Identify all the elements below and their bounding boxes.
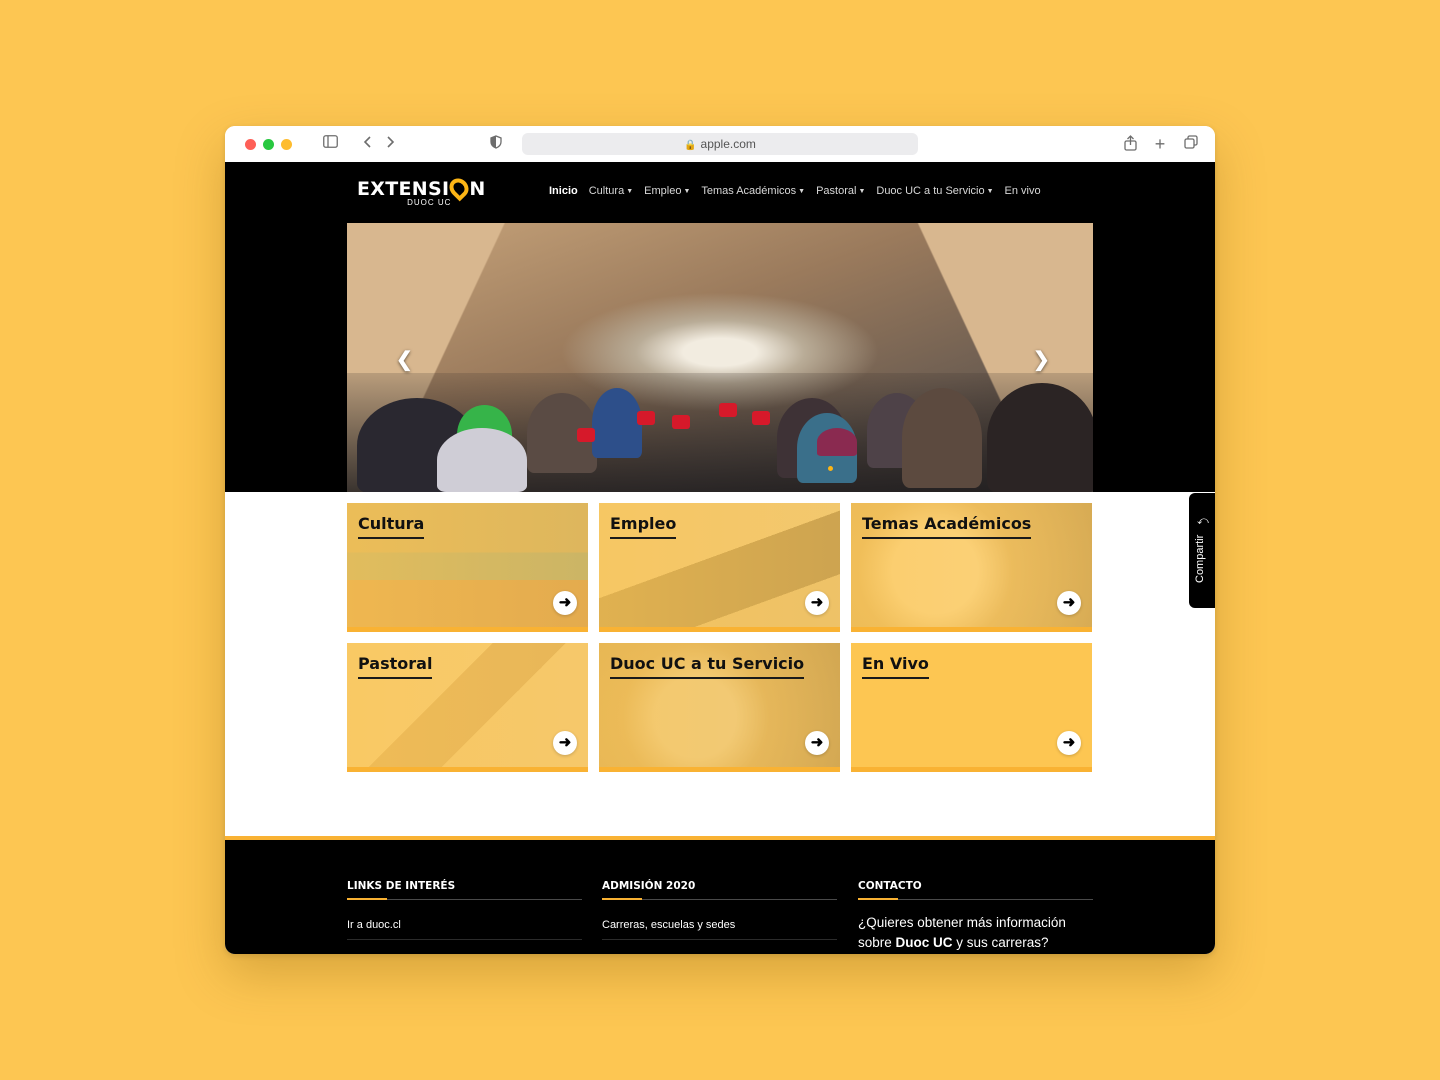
footer-link-duoc[interactable]: Ir a duoc.cl	[347, 919, 582, 940]
web-page: EXTENSI N DUOC UC Inicio Cultura ▼ Empleo ▼…	[225, 162, 1215, 954]
nav-item-empleo[interactable]: Empleo ▼	[644, 185, 690, 197]
nav-label: Cultura	[588, 185, 625, 197]
share-arrow-icon: ⤺	[1197, 515, 1209, 527]
hero-photo-figure	[987, 383, 1093, 492]
arrow-right-icon[interactable]: ➜	[553, 591, 577, 615]
logo-text-start: EXTENSI	[357, 178, 450, 200]
nav-item-duoc-servicio[interactable]: Duoc UC a tu Servicio ▼	[876, 185, 993, 197]
share-label: Compartir	[1194, 534, 1206, 583]
nav-item-en-vivo[interactable]: En vivo	[1005, 185, 1041, 197]
nav-label: Duoc UC a tu Servicio	[876, 185, 985, 197]
carousel-prev-button[interactable]: ❮	[396, 347, 413, 372]
contact-text-bold: Duoc UC	[895, 935, 953, 950]
caret-down-icon: ▼	[986, 188, 994, 195]
nav-label: Temas Académicos	[701, 185, 797, 197]
card-temas-academicos[interactable]: Temas Académicos ➜	[851, 503, 1092, 632]
hero-photo-chair	[637, 411, 655, 425]
nav-item-cultura[interactable]: Cultura ▼	[589, 185, 633, 197]
nav-item-temas-academicos[interactable]: Temas Académicos ▼	[701, 185, 805, 197]
minimize-window-button[interactable]	[281, 139, 292, 150]
tabs-overview-icon[interactable]	[1183, 135, 1199, 153]
card-cultura[interactable]: Cultura ➜	[347, 503, 588, 632]
card-title: Duoc UC a tu Servicio	[610, 654, 805, 679]
site-footer: LINKS DE INTERÉS Ir a duoc.cl ADMISIÓN 2…	[225, 836, 1215, 954]
hero-photo-chair	[752, 411, 770, 425]
arrow-right-icon[interactable]: ➜	[805, 731, 829, 755]
lock-icon: 🔒	[684, 140, 697, 151]
caret-down-icon: ▼	[858, 188, 866, 195]
arrow-right-icon[interactable]: ➜	[1057, 591, 1081, 615]
carousel-next-button[interactable]: ❯	[1033, 347, 1050, 372]
hero-photo-figure	[592, 388, 642, 458]
arrow-right-icon[interactable]: ➜	[1057, 731, 1081, 755]
footer-link-carreras[interactable]: Carreras, escuelas y sedes	[602, 919, 837, 940]
back-icon[interactable]	[361, 135, 375, 153]
browser-toolbar: 🔒 apple.com +	[225, 126, 1215, 162]
caret-down-icon: ▼	[683, 188, 691, 195]
share-tab[interactable]: ⤺ Compartir	[1189, 493, 1215, 608]
footer-admission-column: ADMISIÓN 2020 Carreras, escuelas y sedes	[602, 880, 837, 940]
hero-carousel: ❮ ❯	[347, 223, 1093, 492]
hero-photo-chair	[577, 428, 595, 442]
hero-photo-figure	[817, 428, 857, 456]
nav-label: Pastoral	[816, 185, 857, 197]
site-logo[interactable]: EXTENSI N DUOC UC	[357, 174, 486, 207]
card-title: Temas Académicos	[862, 514, 1032, 539]
card-pastoral[interactable]: Pastoral ➜	[347, 643, 588, 772]
close-window-button[interactable]	[245, 139, 256, 150]
hero-photo-figure	[902, 388, 982, 488]
arrow-right-icon[interactable]: ➜	[553, 731, 577, 755]
caret-down-icon: ▼	[798, 188, 806, 195]
browser-window: 🔒 apple.com + EXTENSI N DUOC UC Inicio Cul…	[225, 126, 1215, 954]
hero-photo-figure	[437, 428, 527, 492]
footer-heading: ADMISIÓN 2020	[602, 880, 837, 900]
sidebar-toggle-icon[interactable]	[322, 135, 338, 153]
category-cards-grid: Cultura ➜ Empleo ➜ Temas Académicos ➜ Pa…	[347, 503, 1093, 772]
nav-item-inicio[interactable]: Inicio	[549, 185, 578, 197]
caret-down-icon: ▼	[626, 188, 634, 195]
footer-links-column: LINKS DE INTERÉS Ir a duoc.cl	[347, 880, 582, 940]
address-url: apple.com	[700, 137, 756, 151]
new-tab-icon[interactable]: +	[1152, 135, 1168, 153]
arrow-right-icon[interactable]: ➜	[805, 591, 829, 615]
nav-item-pastoral[interactable]: Pastoral ▼	[816, 185, 865, 197]
card-empleo[interactable]: Empleo ➜	[599, 503, 840, 632]
forward-icon[interactable]	[383, 135, 397, 153]
share-icon[interactable]	[1122, 135, 1138, 153]
nav-label: Inicio	[549, 185, 578, 197]
privacy-shield-icon[interactable]	[488, 135, 504, 153]
card-title: Pastoral	[358, 654, 433, 679]
site-header: EXTENSI N DUOC UC Inicio Cultura ▼ Empleo ▼…	[225, 162, 1215, 492]
address-bar[interactable]: 🔒 apple.com	[522, 133, 918, 155]
card-title: Cultura	[358, 514, 425, 539]
hero-photo-chair	[672, 415, 690, 429]
nav-label: Empleo	[644, 185, 682, 197]
card-title: Empleo	[610, 514, 677, 539]
carousel-indicator[interactable]	[828, 466, 833, 471]
footer-heading: CONTACTO	[858, 880, 1093, 900]
nav-label: En vivo	[1004, 185, 1041, 197]
footer-contact-column: CONTACTO ¿Quieres obtener más informació…	[858, 880, 1093, 953]
logo-text-end: N	[469, 178, 486, 200]
card-duoc-servicio[interactable]: Duoc UC a tu Servicio ➜	[599, 643, 840, 772]
footer-contact-text: ¿Quieres obtener más información sobre D…	[858, 913, 1093, 953]
card-en-vivo[interactable]: En Vivo ➜	[851, 643, 1092, 772]
hero-photo-chair	[719, 403, 737, 417]
card-title: En Vivo	[862, 654, 929, 679]
maximize-window-button[interactable]	[263, 139, 274, 150]
contact-text-end: y sus carreras?	[952, 935, 1049, 950]
footer-heading: LINKS DE INTERÉS	[347, 880, 582, 900]
logo-wordmark: EXTENSI N	[357, 174, 486, 202]
main-nav: Inicio Cultura ▼ Empleo ▼ Temas Académicos…	[549, 185, 1041, 197]
